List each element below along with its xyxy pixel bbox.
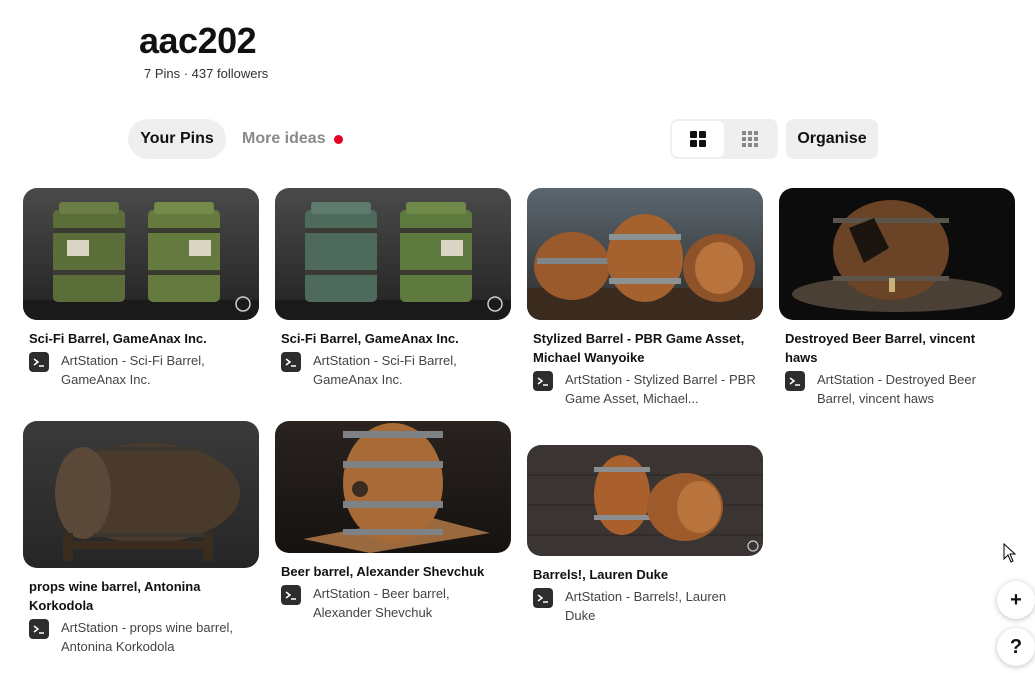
pin-image[interactable] bbox=[275, 188, 511, 320]
terminal-icon bbox=[785, 371, 805, 391]
pin-card[interactable]: Destroyed Beer Barrel, vincent haws ArtS… bbox=[779, 188, 1015, 408]
grid-3x3-icon bbox=[742, 131, 758, 147]
pin-source[interactable]: ArtStation - Sci-Fi Barrel, GameAnax Inc… bbox=[23, 351, 259, 389]
terminal-icon bbox=[533, 371, 553, 391]
plus-icon: + bbox=[1010, 588, 1022, 611]
terminal-icon bbox=[281, 585, 301, 605]
pin-image[interactable] bbox=[23, 188, 259, 320]
terminal-icon bbox=[533, 588, 553, 608]
help-icon: ? bbox=[1009, 635, 1023, 658]
pin-title[interactable]: Sci-Fi Barrel, GameAnax Inc. bbox=[275, 329, 511, 348]
terminal-icon bbox=[281, 352, 301, 372]
pin-image[interactable] bbox=[527, 188, 763, 320]
pin-source-text: ArtStation - props wine barrel, Antonina… bbox=[61, 620, 233, 654]
pin-source[interactable]: ArtStation - Barrels!, Lauren Duke bbox=[527, 587, 763, 625]
board-meta: 7 Pins · 437 followers bbox=[144, 66, 269, 81]
add-button[interactable]: + bbox=[997, 581, 1035, 619]
pin-card[interactable]: props wine barrel, Antonina Korkodola Ar… bbox=[23, 421, 259, 656]
pin-card[interactable]: Sci-Fi Barrel, GameAnax Inc. ArtStation … bbox=[23, 188, 259, 389]
pin-card[interactable]: Stylized Barrel - PBR Game Asset, Michae… bbox=[527, 188, 763, 408]
tab-your-pins[interactable]: Your Pins bbox=[128, 119, 226, 159]
terminal-icon bbox=[29, 352, 49, 372]
tab-more-ideas[interactable]: More ideas bbox=[232, 119, 350, 159]
view-toggle bbox=[670, 119, 778, 159]
mouse-cursor-icon bbox=[1003, 543, 1017, 563]
pin-card[interactable]: Barrels!, Lauren Duke ArtStation - Barre… bbox=[527, 445, 763, 625]
pin-source-text: ArtStation - Beer barrel, Alexander Shev… bbox=[313, 586, 450, 620]
pin-image[interactable] bbox=[527, 445, 763, 556]
pin-source[interactable]: ArtStation - Destroyed Beer Barrel, vinc… bbox=[779, 370, 1015, 408]
pin-source[interactable]: ArtStation - props wine barrel, Antonina… bbox=[23, 618, 259, 656]
view-compact-button[interactable] bbox=[724, 121, 776, 157]
pin-image[interactable] bbox=[23, 421, 259, 568]
pin-source-text: ArtStation - Barrels!, Lauren Duke bbox=[565, 589, 727, 623]
pin-title[interactable]: props wine barrel, Antonina Korkodola bbox=[23, 577, 259, 615]
pin-source-text: ArtStation - Stylized Barrel - PBR Game … bbox=[565, 372, 756, 406]
notification-dot bbox=[333, 134, 343, 144]
pin-image[interactable] bbox=[275, 421, 511, 553]
pin-image[interactable] bbox=[779, 188, 1015, 320]
view-default-button[interactable] bbox=[672, 121, 724, 157]
pin-title[interactable]: Destroyed Beer Barrel, vincent haws bbox=[779, 329, 1015, 367]
pin-title[interactable]: Sci-Fi Barrel, GameAnax Inc. bbox=[23, 329, 259, 348]
organise-button[interactable]: Organise bbox=[786, 119, 878, 159]
pin-card[interactable]: Beer barrel, Alexander Shevchuk ArtStati… bbox=[275, 421, 511, 622]
pin-source[interactable]: ArtStation - Stylized Barrel - PBR Game … bbox=[527, 370, 763, 408]
pin-source-text: ArtStation - Destroyed Beer Barrel, vinc… bbox=[817, 372, 976, 406]
pin-source-text: ArtStation - Sci-Fi Barrel, GameAnax Inc… bbox=[61, 353, 205, 387]
board-title: aac202 bbox=[139, 20, 257, 61]
pin-title[interactable]: Barrels!, Lauren Duke bbox=[527, 565, 763, 584]
pin-card[interactable]: Sci-Fi Barrel, GameAnax Inc. ArtStation … bbox=[275, 188, 511, 389]
pin-source[interactable]: ArtStation - Beer barrel, Alexander Shev… bbox=[275, 584, 511, 622]
help-button[interactable]: ? bbox=[997, 628, 1035, 666]
pin-source[interactable]: ArtStation - Sci-Fi Barrel, GameAnax Inc… bbox=[275, 351, 511, 389]
pin-title[interactable]: Stylized Barrel - PBR Game Asset, Michae… bbox=[527, 329, 763, 367]
pin-title[interactable]: Beer barrel, Alexander Shevchuk bbox=[275, 562, 511, 581]
terminal-icon bbox=[29, 619, 49, 639]
tab-more-ideas-label: More ideas bbox=[242, 130, 326, 147]
pin-source-text: ArtStation - Sci-Fi Barrel, GameAnax Inc… bbox=[313, 353, 457, 387]
grid-2x2-icon bbox=[690, 131, 706, 147]
